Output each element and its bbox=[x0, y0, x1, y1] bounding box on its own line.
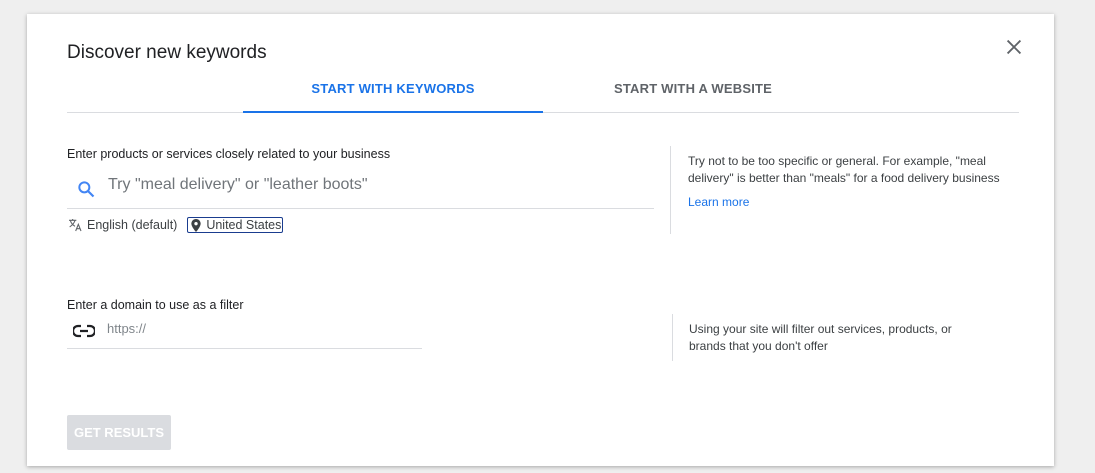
close-icon[interactable] bbox=[1003, 36, 1025, 58]
domain-input[interactable] bbox=[107, 321, 407, 336]
domain-label: Enter a domain to use as a filter bbox=[67, 298, 244, 312]
keywords-help-text: Try not to be too specific or general. F… bbox=[688, 154, 1000, 185]
location-selector[interactable]: United States bbox=[187, 217, 284, 233]
link-icon bbox=[73, 324, 95, 338]
domain-help: Using your site will filter out services… bbox=[689, 322, 952, 353]
targeting-row: English (default) United States bbox=[67, 217, 284, 233]
location-pin-icon bbox=[191, 218, 201, 232]
divider bbox=[670, 146, 671, 234]
learn-more-link[interactable]: Learn more bbox=[688, 194, 1018, 211]
search-icon bbox=[78, 181, 95, 198]
keywords-label: Enter products or services closely relat… bbox=[67, 147, 391, 161]
keywords-input[interactable] bbox=[108, 176, 628, 194]
domain-field[interactable] bbox=[67, 317, 422, 349]
keywords-search-field[interactable] bbox=[67, 170, 654, 209]
get-results-button[interactable]: GET RESULTS bbox=[67, 415, 171, 450]
keywords-help: Try not to be too specific or general. F… bbox=[688, 153, 1018, 211]
translate-icon bbox=[69, 219, 82, 232]
discover-keywords-dialog: Discover new keywords START WITH KEYWORD… bbox=[27, 14, 1054, 466]
dialog-title: Discover new keywords bbox=[67, 42, 267, 63]
tab-bar: START WITH KEYWORDS START WITH A WEBSITE bbox=[67, 74, 1019, 113]
divider bbox=[672, 314, 673, 361]
location-label: United States bbox=[206, 218, 282, 232]
tab-start-with-keywords[interactable]: START WITH KEYWORDS bbox=[243, 74, 543, 113]
tab-start-with-website[interactable]: START WITH A WEBSITE bbox=[543, 74, 843, 113]
language-selector[interactable]: English (default) bbox=[87, 218, 177, 232]
